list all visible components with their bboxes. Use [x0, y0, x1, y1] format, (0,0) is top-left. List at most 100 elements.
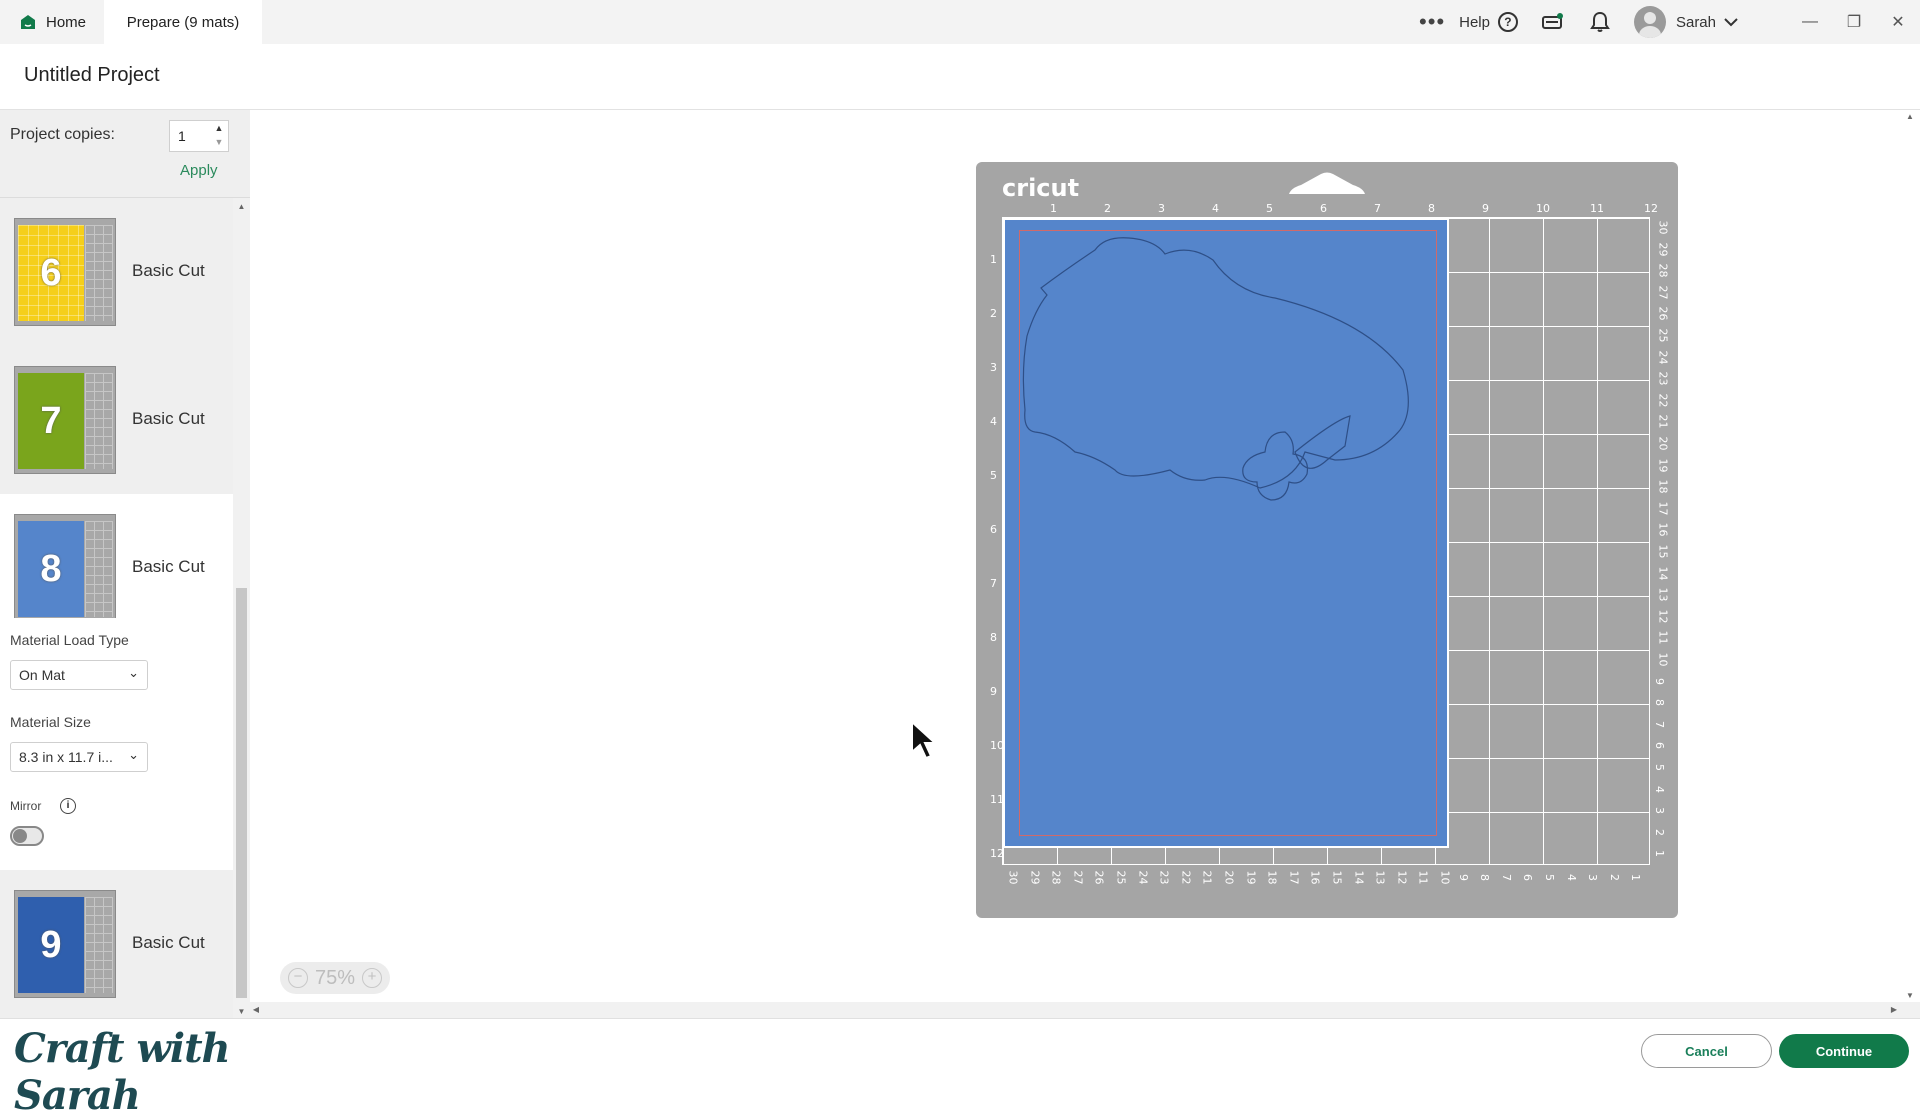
ruler-tick-label: 5 [990, 469, 997, 482]
ruler-tick-label: 11 [1656, 630, 1670, 645]
ruler-tick-label: 5 [1653, 764, 1666, 771]
ruler-tick-label: 28 [1656, 263, 1670, 278]
canvas-scrollbar-horizontal[interactable]: ◀ ▶ [250, 1002, 1920, 1018]
stepper-up-icon[interactable]: ▲ [211, 121, 227, 135]
scroll-up-icon[interactable]: ▲ [233, 202, 250, 211]
material-size-label: Material Size [10, 714, 91, 730]
more-options-icon[interactable]: ••• [1417, 0, 1447, 44]
ruler-tick-label: 7 [1374, 202, 1381, 215]
ruler-tick-label: 17 [1656, 501, 1670, 516]
zoom-out-icon[interactable]: − [288, 968, 308, 988]
ruler-tick-label: 20 [1222, 870, 1236, 885]
ruler-tick-label: 13 [1656, 587, 1670, 602]
scroll-up-icon[interactable]: ▲ [1900, 112, 1920, 121]
mat-item-9[interactable]: 9 Basic Cut [0, 870, 233, 1018]
ruler-tick-label: 10 [1656, 652, 1670, 667]
continue-button[interactable]: Continue [1779, 1034, 1909, 1068]
ruler-tick-label: 12 [1395, 870, 1409, 885]
tab-home-label: Home [46, 13, 87, 31]
tab-prepare[interactable]: Prepare (9 mats) [104, 0, 262, 44]
help-button[interactable]: Help ? [1459, 0, 1518, 44]
scroll-left-icon[interactable]: ◀ [250, 1002, 262, 1018]
ruler-tick-label: 14 [1656, 566, 1670, 581]
mat-number: 9 [40, 923, 62, 966]
ruler-tick-label: 3 [1653, 807, 1666, 815]
ruler-tick-label: 12 [1656, 609, 1670, 624]
apply-button[interactable]: Apply [180, 162, 218, 179]
ruler-tick-label: 29 [1656, 242, 1670, 257]
canvas-scrollbar-vertical[interactable]: ▲ ▼ [1900, 110, 1920, 1002]
sidebar-scrollbar[interactable]: ▲ ▼ [233, 198, 250, 1018]
tab-prepare-label: Prepare (9 mats) [126, 13, 240, 31]
project-title: Untitled Project [24, 64, 160, 86]
ruler-tick-label: 27 [1656, 285, 1670, 300]
material-load-type-select[interactable]: On Mat ⌄ [10, 660, 148, 690]
ruler-tick-label: 1 [1653, 850, 1666, 858]
scroll-right-icon[interactable]: ▶ [1888, 1002, 1900, 1018]
ruler-tick-label: 4 [1653, 785, 1666, 793]
mat-number: 6 [40, 251, 62, 294]
minimize-icon[interactable]: — [1788, 0, 1832, 44]
ruler-tick-label: 8 [1478, 874, 1492, 881]
scroll-down-icon[interactable]: ▼ [1900, 991, 1920, 1000]
material-size-value: 8.3 in x 11.7 i... [19, 749, 113, 765]
ruler-tick-label: 8 [1653, 699, 1666, 707]
mat-options-panel: Material Load Type On Mat ⌄ Material Siz… [0, 618, 233, 866]
ruler-tick-label: 4 [1212, 202, 1219, 215]
ruler-tick-label: 2 [990, 307, 997, 320]
stepper-down-icon[interactable]: ▼ [211, 135, 227, 149]
ruler-tick-label: 3 [1158, 202, 1165, 215]
ruler-tick-label: 9 [1456, 874, 1470, 881]
cutting-mat: cricut 1 2 3 4 5 6 7 8 9 10 11 12 1 2 3 4 5 6 7 8 9 10 11 12 3… [976, 162, 1678, 918]
mat-grid [85, 521, 113, 617]
material-area[interactable] [1003, 218, 1449, 848]
sidebar-scroll-thumb[interactable] [236, 588, 247, 998]
ruler-tick-label: 8 [990, 631, 997, 644]
info-icon[interactable]: i [60, 798, 76, 814]
ruler-tick-label: 1 [1629, 874, 1643, 881]
machine-status-icon[interactable] [1538, 0, 1566, 44]
mat-label: Basic Cut [132, 933, 205, 952]
ruler-tick-label: 1 [990, 253, 997, 266]
ruler-tick-label: 9 [1482, 202, 1489, 215]
mat-number: 8 [40, 547, 62, 590]
ruler-tick-label: 9 [990, 685, 997, 698]
close-icon[interactable]: ✕ [1876, 0, 1920, 44]
ruler-tick-label: 23 [1157, 870, 1171, 885]
material-load-type-value: On Mat [19, 667, 65, 683]
mat-number: 7 [40, 399, 62, 442]
ruler-tick-label: 6 [1320, 202, 1327, 215]
ruler-tick-label: 7 [990, 577, 997, 590]
mat-thumbnail: 6 [14, 218, 116, 326]
copies-stepper[interactable]: ▲ ▼ [211, 121, 227, 151]
ruler-tick-label: 6 [990, 523, 997, 536]
mirror-toggle[interactable] [10, 826, 44, 846]
scroll-down-icon[interactable]: ▼ [233, 1007, 250, 1016]
notifications-bell-icon[interactable] [1586, 0, 1614, 44]
mat-item-6[interactable]: 6 Basic Cut [0, 198, 233, 346]
ruler-tick-label: 18 [1265, 870, 1279, 885]
ruler-tick-label: 12 [1644, 202, 1658, 215]
material-size-select[interactable]: 8.3 in x 11.7 i... ⌄ [10, 742, 148, 772]
zoom-in-icon[interactable]: + [362, 968, 382, 988]
chevron-down-icon: ⌄ [128, 747, 139, 762]
mat-thumbnail: 9 [14, 890, 116, 998]
user-menu[interactable]: Sarah [1633, 0, 1788, 44]
ruler-tick-label: 2 [1607, 874, 1621, 881]
project-copies-panel: Project copies: 1 ▲ ▼ Apply [0, 110, 250, 198]
ruler-tick-label: 27 [1071, 870, 1085, 885]
ruler-tick-label: 3 [1586, 874, 1600, 881]
tab-home[interactable]: Home [0, 0, 104, 44]
mirror-row: Mirror i [10, 798, 130, 816]
mat-grid [85, 897, 113, 993]
mat-item-7[interactable]: 7 Basic Cut [0, 346, 233, 494]
cancel-button[interactable]: Cancel [1641, 1034, 1772, 1068]
ruler-tick-label: 2 [1653, 828, 1666, 836]
ruler-tick-label: 13 [1373, 870, 1387, 885]
restore-icon[interactable]: ❐ [1832, 0, 1876, 44]
material-load-type-label: Material Load Type [10, 632, 129, 648]
ruler-tick-label: 20 [1656, 436, 1670, 451]
mat-label: Basic Cut [132, 261, 205, 280]
zoom-level: 75% [314, 966, 356, 989]
ruler-tick-label: 6 [1653, 742, 1666, 750]
